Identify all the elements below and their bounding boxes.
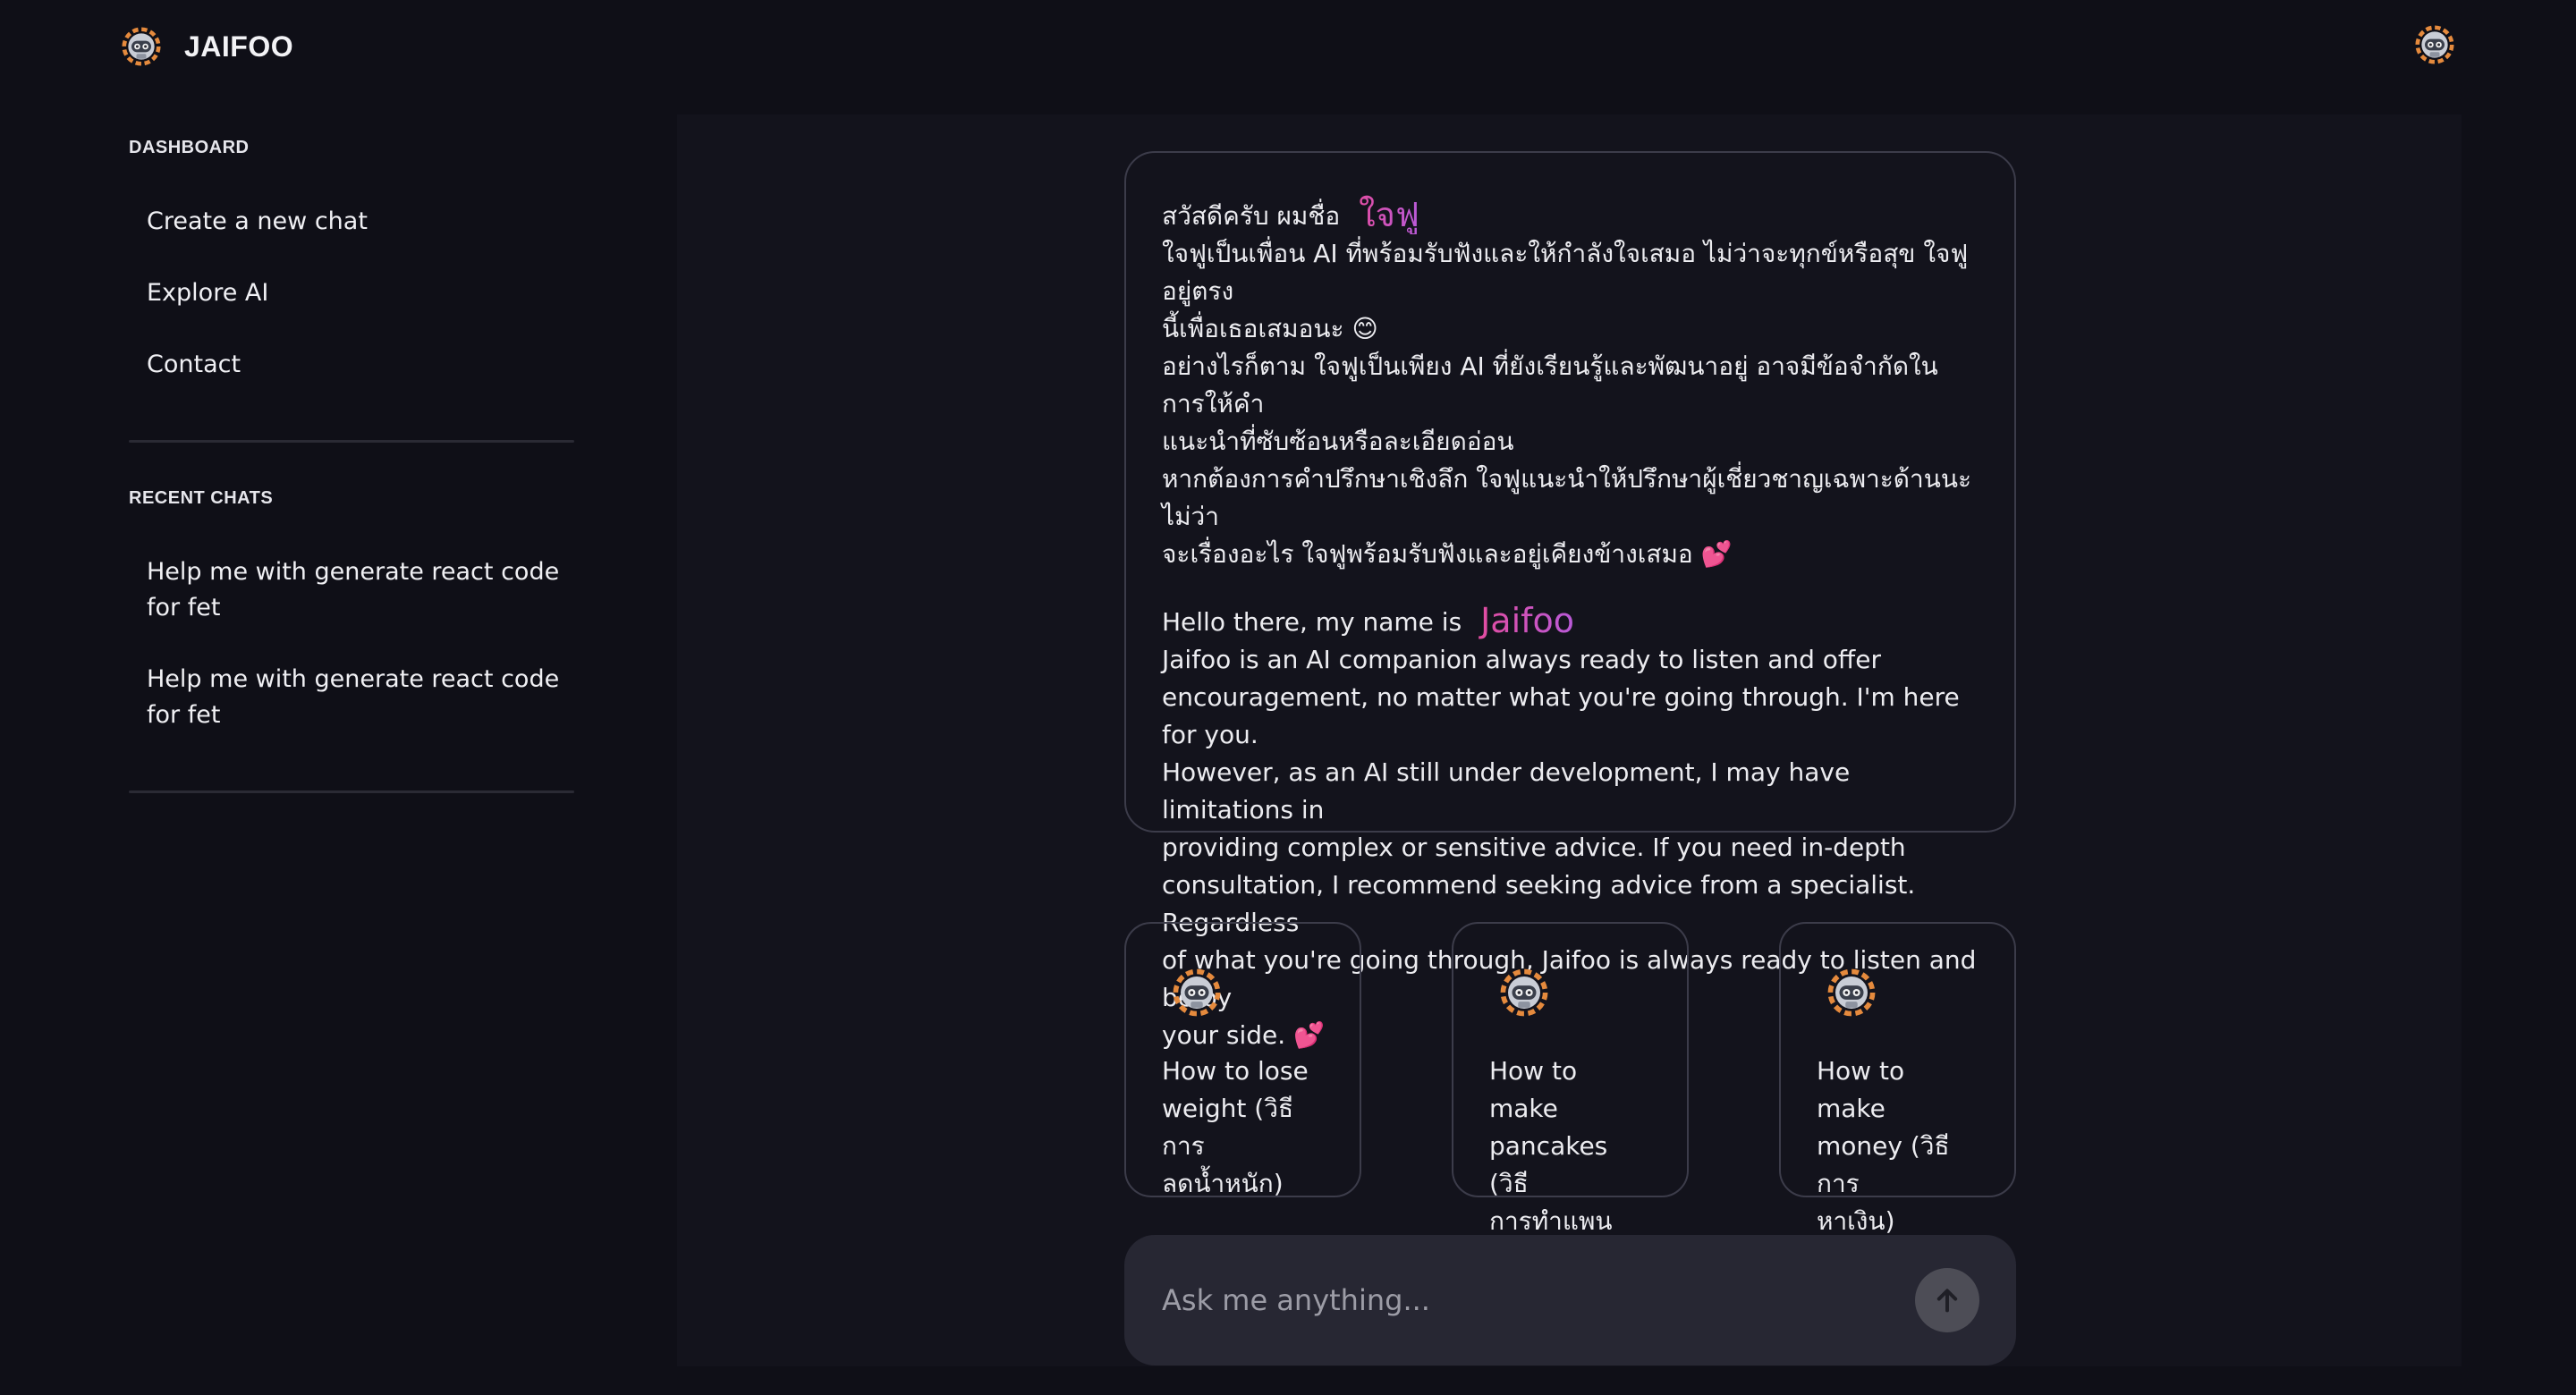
dashboard-title: DASHBOARD (129, 138, 250, 157)
brand-name: JAIFOO (184, 30, 294, 63)
arrow-up-icon (1936, 1289, 1958, 1313)
sidebar-divider (129, 790, 574, 793)
english-line: providing complex or sensitive advice. I… (1162, 833, 1906, 862)
suggestion-text: How to make money (วิธีการ หาเงิน) (1817, 1053, 1979, 1240)
thai-line: หากต้องการคำปรึกษาเชิงลึก ใจฟูแนะนำให้ปร… (1162, 464, 1972, 531)
recent-chat-item[interactable]: Help me with generate react code for fet (129, 662, 574, 733)
robot-mascot-icon (122, 27, 161, 66)
recent-chat-line: Help me with generate react code (147, 665, 560, 693)
robot-mascot-icon (1173, 968, 1221, 1017)
ask-input[interactable] (1160, 1235, 1894, 1365)
nav-explore-ai[interactable]: Explore AI (129, 275, 574, 311)
brand[interactable]: JAIFOO (122, 27, 293, 66)
suggestion-text: How to lose weight (วิธีการ ลดน้ำหนัก) (1162, 1053, 1324, 1203)
suggestion-make-money[interactable]: How to make money (วิธีการ หาเงิน) (1779, 922, 2016, 1236)
sidebar: DASHBOARD Create a new chat Explore AI C… (129, 134, 574, 793)
suggestion-lose-weight[interactable]: How to lose weight (วิธีการ ลดน้ำหนัก) (1124, 922, 1361, 1198)
english-bot-name: Jaifoo (1470, 601, 1574, 640)
thai-line: จะเรื่องอะไร ใจฟูพร้อมรับฟังและอยู่เคียง… (1162, 539, 1733, 569)
top-header: JAIFOO (0, 0, 2576, 98)
recent-chat-line: for fet (147, 594, 221, 621)
english-greeting-text: Hello there, my name is (1162, 607, 1462, 637)
suggestion-line: ลดน้ำหนัก) (1162, 1169, 1284, 1198)
recent-chat-line: Help me with generate react code (147, 558, 560, 586)
suggestion-pancakes[interactable]: How to make pancakes (วิธี การทำแพนเค้ก) (1452, 922, 1689, 1273)
chat-composer (1124, 1235, 2016, 1365)
nav-create-new-chat[interactable]: Create a new chat (129, 204, 574, 240)
suggestion-line: pancakes (วิธี (1489, 1131, 1608, 1198)
english-line: However, as an AI still under developmen… (1162, 757, 1851, 824)
send-button[interactable] (1915, 1268, 1979, 1332)
thai-line: นี้เพื่อเธอเสมอนะ 😊 (1162, 314, 1378, 343)
nav-contact[interactable]: Contact (129, 347, 574, 383)
thai-line: ใจฟูเป็นเพื่อน AI ที่พร้อมรับฟังและให้กำ… (1162, 239, 1969, 306)
suggestion-line: How to make (1489, 1056, 1578, 1123)
thai-bot-name: ใจฟู (1348, 195, 1419, 234)
suggestion-line: How to make (1817, 1056, 1905, 1123)
thai-greeting-text: สวัสดีครับ ผมชื่อ (1162, 201, 1341, 231)
recent-chats-title: RECENT CHATS (129, 488, 274, 508)
thai-greeting: สวัสดีครับ ผมชื่อ ใจฟู (1162, 196, 1980, 235)
recent-chat-item[interactable]: Help me with generate react code for fet (129, 554, 574, 626)
english-line: Jaifoo is an AI companion always ready t… (1162, 645, 1881, 674)
english-greeting: Hello there, my name is Jaifoo (1162, 602, 1980, 641)
thai-line: อย่างไรก็ตาม ใจฟูเป็นเพียง AI ที่ยังเรีย… (1162, 351, 1938, 418)
robot-mascot-icon (1827, 968, 1876, 1017)
suggestion-line: weight (วิธีการ (1162, 1094, 1294, 1161)
english-line: encouragement, no matter what you're goi… (1162, 682, 1960, 749)
user-avatar[interactable] (2415, 25, 2454, 64)
recent-chat-line: for fet (147, 701, 221, 729)
robot-mascot-icon (1500, 968, 1548, 1017)
suggestion-line: money (วิธีการ (1817, 1131, 1950, 1198)
intro-message-card: สวัสดีครับ ผมชื่อ ใจฟู ใจฟูเป็นเพื่อน AI… (1124, 151, 2016, 1050)
thai-line: แนะนำที่ซับซ้อนหรือละเอียดอ่อน (1162, 427, 1514, 456)
suggestion-line: How to lose (1162, 1056, 1309, 1086)
